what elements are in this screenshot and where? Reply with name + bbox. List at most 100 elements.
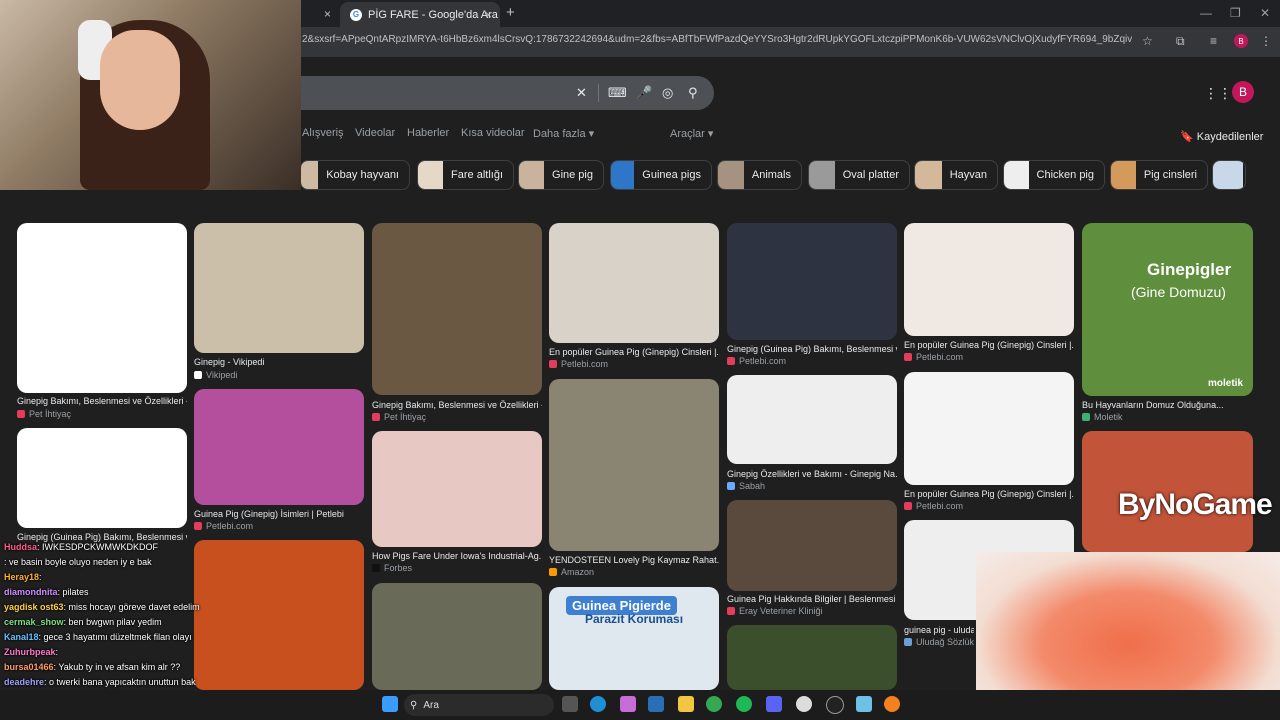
result-caption[interactable]: Ginepig Bakımı, Beslenmesi ve Özellikler…: [17, 396, 187, 406]
chip-pig-cinsleri[interactable]: Pig cinsleri: [1110, 160, 1208, 190]
result-image[interactable]: [194, 389, 364, 505]
media-icon[interactable]: ≡: [1210, 34, 1217, 48]
result-caption[interactable]: Ginepig (Guinea Pig) Bakımı, Beslenmesi …: [17, 532, 187, 542]
tab-google-search[interactable]: G PİG FARE - Google'da Ara ×: [340, 2, 500, 27]
result-source[interactable]: Pet İhtiyaç: [372, 412, 426, 422]
result-caption[interactable]: Ginepig Özellikleri ve Bakımı - Ginepig …: [727, 469, 897, 479]
result-source[interactable]: Moletik: [1082, 412, 1123, 422]
spotify-icon[interactable]: [736, 696, 752, 712]
app-icon[interactable]: [856, 696, 872, 712]
result-image[interactable]: [17, 428, 187, 528]
lens-icon[interactable]: ◎: [662, 85, 673, 101]
minimize-button[interactable]: —: [1200, 6, 1212, 20]
result-image[interactable]: [727, 625, 897, 690]
source-favicon-icon: [194, 522, 202, 530]
account-avatar[interactable]: B: [1232, 81, 1254, 103]
result-image[interactable]: [17, 223, 187, 393]
chip-animals[interactable]: Animals: [717, 160, 802, 190]
result-caption[interactable]: En popüler Guinea Pig (Ginepig) Cinsleri…: [549, 347, 719, 357]
result-source[interactable]: Uludağ Sözlük: [904, 637, 974, 647]
result-caption[interactable]: YENDOSTEEN Lovely Pig Kaymaz Rahat...: [549, 555, 719, 565]
chip-hayvan[interactable]: Hayvan: [914, 160, 998, 190]
result-image[interactable]: [194, 223, 364, 353]
url-field[interactable]: 2&sxsrf=APpeQntARpzIMRYA-t6HbBz6xm4lsCrs…: [302, 34, 1132, 45]
result-image[interactable]: [194, 540, 364, 690]
result-image[interactable]: [904, 372, 1074, 485]
result-source[interactable]: Petlebi.com: [904, 352, 963, 362]
task-view-icon[interactable]: [562, 696, 578, 712]
chat-user: Kanal18: [4, 632, 39, 642]
star-icon[interactable]: ☆: [1142, 34, 1153, 48]
menu-icon[interactable]: ⋮: [1260, 34, 1272, 48]
tools-button[interactable]: Araçlar ▾: [670, 127, 713, 140]
chip-gine-pig[interactable]: Gine pig: [518, 160, 604, 190]
store-icon[interactable]: [648, 696, 664, 712]
result-image[interactable]: [549, 223, 719, 343]
result-image[interactable]: [727, 223, 897, 340]
cloud-icon[interactable]: [884, 696, 900, 712]
result-caption[interactable]: En popüler Guinea Pig (Ginepig) Cinsleri…: [904, 340, 1074, 350]
result-image[interactable]: [549, 379, 719, 551]
result-source[interactable]: Vikipedi: [194, 370, 237, 380]
result-source[interactable]: Forbes: [372, 563, 412, 573]
file-explorer-icon[interactable]: [678, 696, 694, 712]
result-source[interactable]: Amazon: [549, 567, 594, 577]
close-tab-icon[interactable]: ×: [485, 8, 492, 22]
result-source[interactable]: Petlebi.com: [904, 501, 963, 511]
chrome-icon[interactable]: [706, 696, 722, 712]
tab-shopping[interactable]: Alışveriş: [302, 127, 344, 139]
chip-kobay[interactable]: Kobay hayvanı: [300, 160, 410, 190]
keyboard-icon[interactable]: ⌨: [608, 85, 627, 101]
profile-icon[interactable]: B: [1234, 34, 1248, 48]
edge-icon[interactable]: [590, 696, 606, 712]
result-image[interactable]: [372, 583, 542, 690]
chip-oval-platter[interactable]: Oval platter: [808, 160, 910, 190]
window-close-button[interactable]: ✕: [1260, 6, 1270, 20]
result-image[interactable]: [372, 431, 542, 547]
result-source[interactable]: Petlebi.com: [194, 521, 253, 531]
result-source[interactable]: Sabah: [727, 481, 765, 491]
chat-text: :: [39, 572, 42, 582]
obs-icon[interactable]: [826, 696, 844, 714]
result-source[interactable]: Pet İhtiyaç: [17, 409, 71, 419]
result-caption[interactable]: guinea pig - uluda...: [904, 625, 974, 635]
result-caption[interactable]: How Pigs Fare Under Iowa's Industrial-Ag…: [372, 551, 542, 561]
windows-start-icon[interactable]: [382, 696, 398, 712]
result-image[interactable]: [727, 500, 897, 591]
restore-button[interactable]: ❐: [1230, 6, 1241, 20]
new-tab-button[interactable]: +: [506, 4, 515, 21]
result-image[interactable]: [727, 375, 897, 464]
result-caption[interactable]: Ginepig - Vikipedi: [194, 357, 364, 367]
chip-more[interactable]: [1212, 160, 1246, 190]
chip-guinea-pigs[interactable]: Guinea pigs: [610, 160, 712, 190]
result-image[interactable]: [1082, 223, 1253, 396]
chip-chicken-pig[interactable]: Chicken pig: [1003, 160, 1105, 190]
close-tab-icon[interactable]: ×: [324, 7, 331, 21]
result-source[interactable]: Petlebi.com: [727, 356, 786, 366]
result-caption[interactable]: Ginepig Bakımı, Beslenmesi ve Özellikler…: [372, 400, 542, 410]
source-label: Forbes: [384, 563, 413, 573]
result-source[interactable]: Petlebi.com: [549, 359, 608, 369]
result-image[interactable]: [904, 223, 1074, 336]
tab-news[interactable]: Haberler: [407, 127, 449, 139]
microphone-icon[interactable]: 🎤: [636, 85, 652, 101]
discord-icon[interactable]: [766, 696, 782, 712]
result-image[interactable]: [372, 223, 542, 395]
saved-button[interactable]: 🔖 Kaydedilenler: [1180, 130, 1263, 143]
tab-short-videos[interactable]: Kısa videolar: [461, 127, 525, 139]
result-source[interactable]: Eray Veteriner Kliniği: [727, 606, 823, 616]
copilot-icon[interactable]: [620, 696, 636, 712]
tab-videos[interactable]: Videolar: [355, 127, 395, 139]
clear-search-icon[interactable]: ✕: [576, 85, 587, 101]
app-icon[interactable]: [796, 696, 812, 712]
taskbar-search[interactable]: ⚲ Ara: [404, 694, 554, 716]
result-caption[interactable]: Guinea Pig Hakkında Bilgiler | Beslenmes…: [727, 594, 897, 604]
extensions-icon[interactable]: ⧉: [1176, 34, 1185, 49]
chip-fare-altligi[interactable]: Fare altlığı: [417, 160, 514, 190]
result-caption[interactable]: Guinea Pig (Ginepig) İsimleri | Petlebi: [194, 509, 364, 519]
search-icon[interactable]: ⚲: [688, 85, 698, 101]
result-caption[interactable]: Bu Hayvanların Domuz Olduğuna...: [1082, 400, 1253, 410]
result-caption[interactable]: En popüler Guinea Pig (Ginepig) Cinsleri…: [904, 489, 1074, 499]
tab-more[interactable]: Daha fazla ▾: [533, 127, 594, 140]
result-caption[interactable]: Ginepig (Guinea Pig) Bakımı, Beslenmesi …: [727, 344, 897, 354]
